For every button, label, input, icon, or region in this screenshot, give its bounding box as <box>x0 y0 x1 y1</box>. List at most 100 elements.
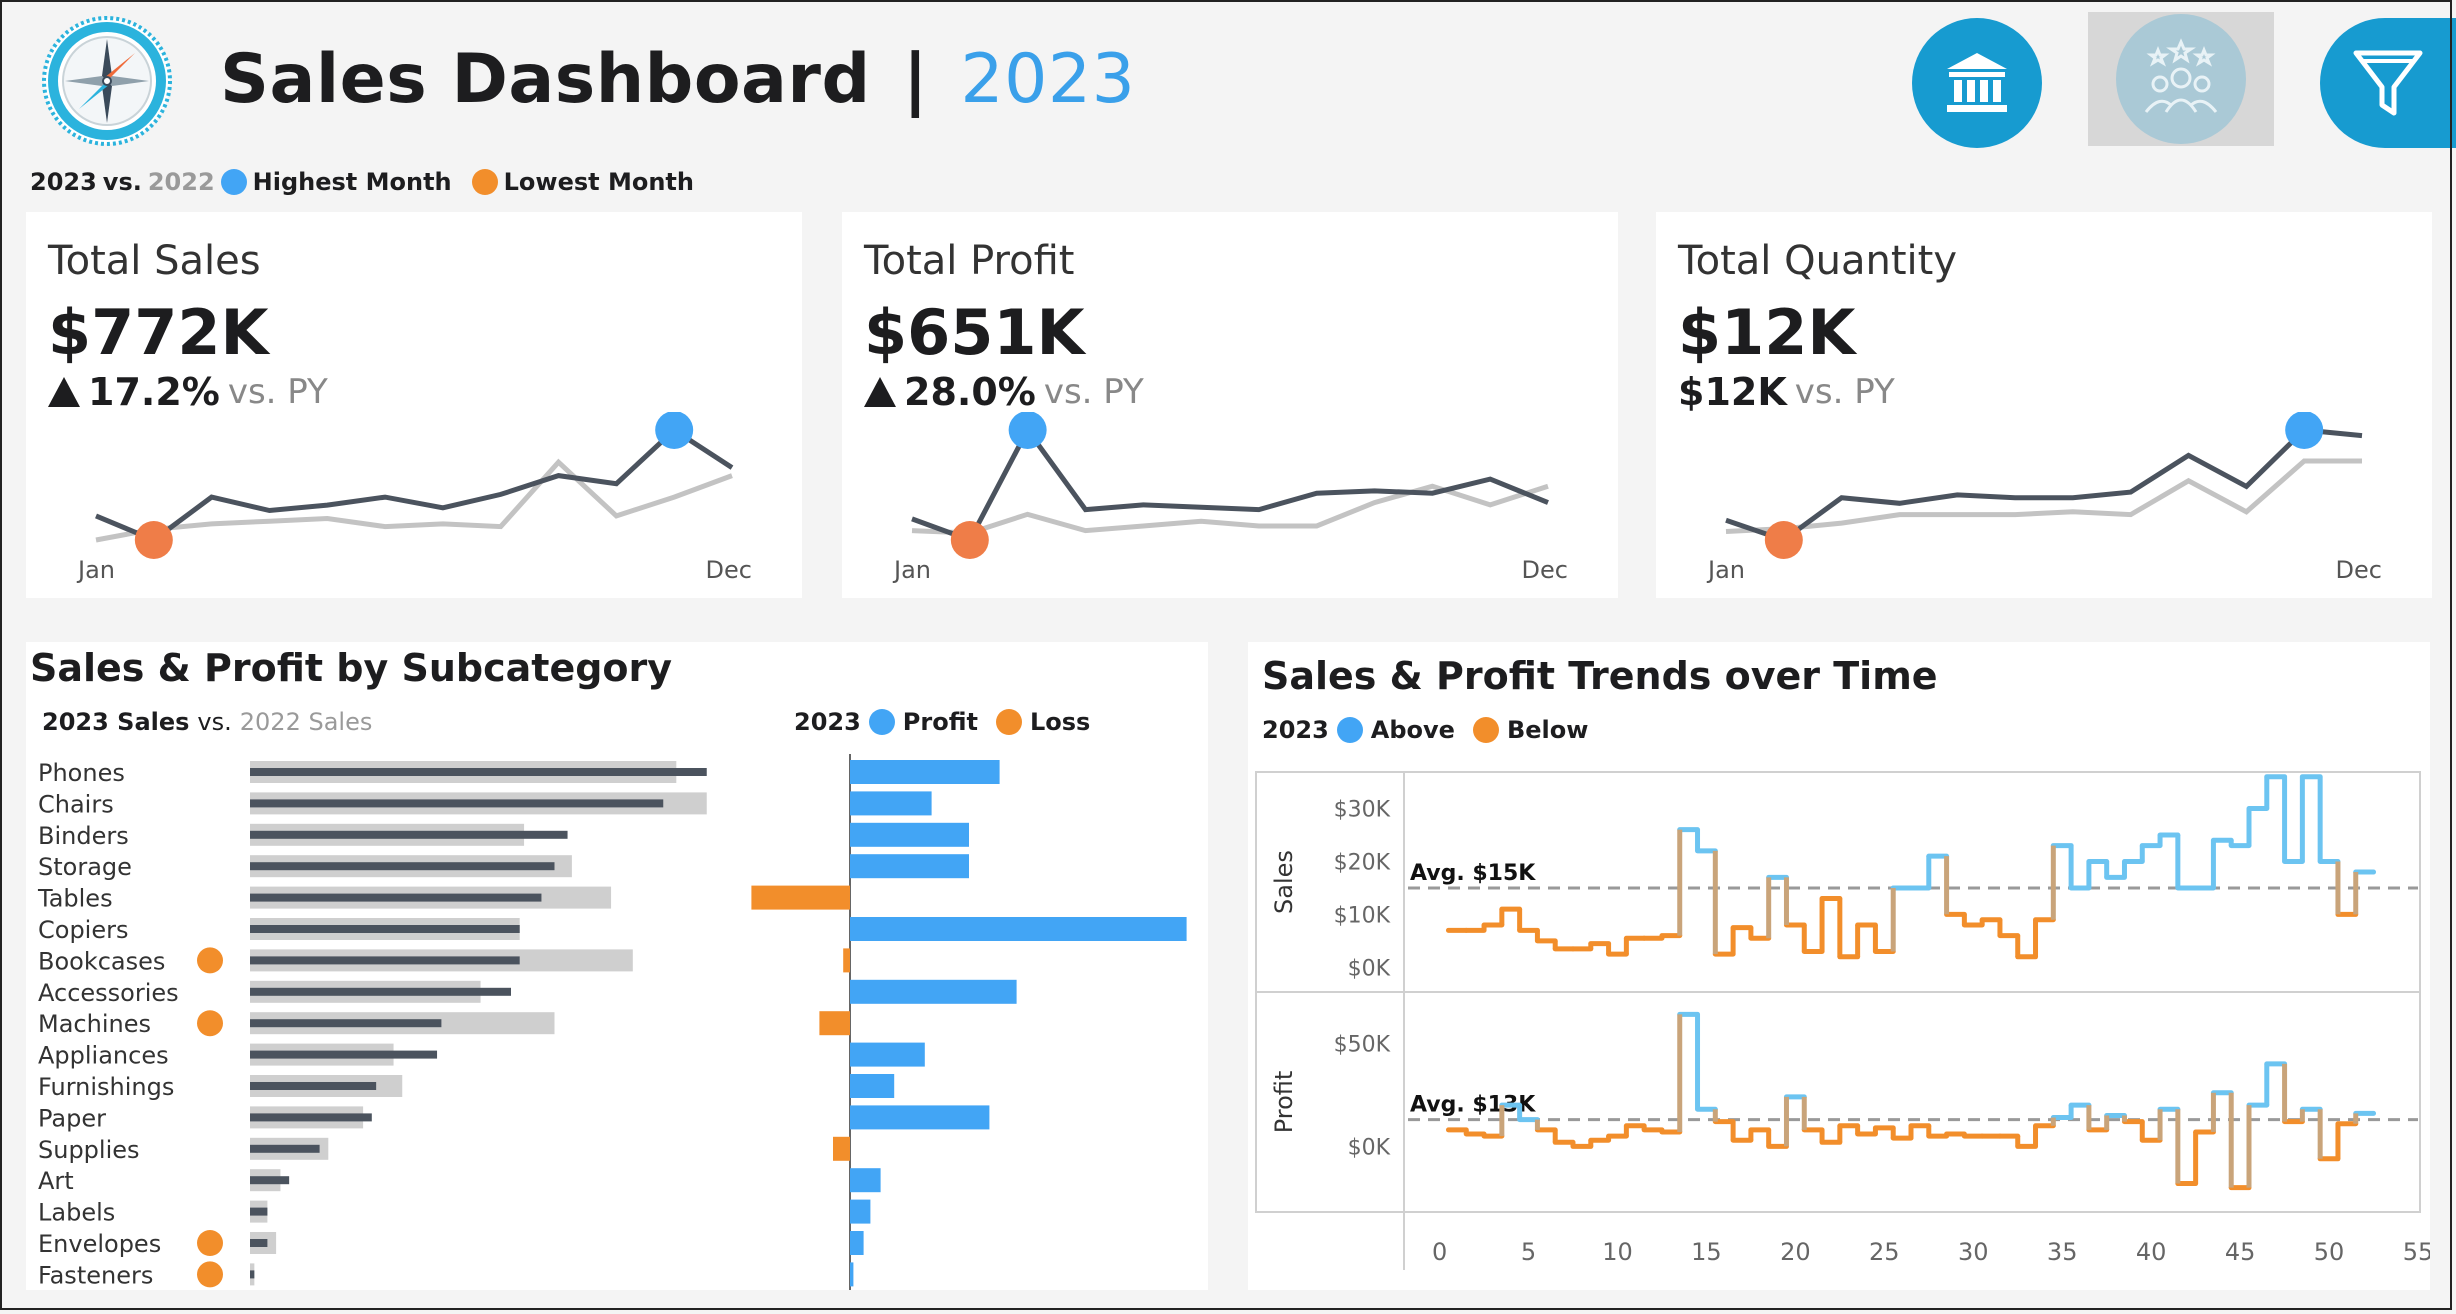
sparkline-profit: Jan Dec <box>892 412 1568 584</box>
category-label: Storage <box>38 853 132 881</box>
title-separator: | <box>902 40 929 119</box>
subcategory-panel: Sales & Profit by Subcategory 2023 Sales… <box>26 642 1208 1290</box>
axis-start-label: Jan <box>1706 556 1745 584</box>
loss-bar <box>751 885 850 910</box>
current-sales-bar <box>250 768 707 776</box>
category-label: Envelopes <box>38 1230 161 1258</box>
category-label: Supplies <box>38 1136 140 1164</box>
kpi-card-quantity: Total Quantity $12K $12K vs. PY Jan Dec <box>1656 212 2432 598</box>
up-arrow-icon <box>864 377 896 407</box>
legend-prior-year: 2022 <box>147 168 215 196</box>
lowest-month-marker <box>134 521 173 559</box>
current-sales-bar <box>250 893 542 902</box>
current-sales-bar <box>250 830 568 839</box>
filter-icon <box>2353 50 2423 116</box>
profit-bar <box>850 791 932 816</box>
trends-legend-below: Below <box>1506 716 1589 744</box>
profit-legend-profit: Profit <box>902 708 978 736</box>
loss-bar <box>843 948 850 973</box>
category-label: Binders <box>38 822 129 850</box>
category-label: Tables <box>37 885 113 913</box>
filter-button[interactable] <box>2320 18 2456 148</box>
page-title: Sales Dashboard | 2023 <box>220 40 1135 119</box>
category-label: Phones <box>38 759 125 787</box>
axis-start-label: Jan <box>76 556 115 584</box>
x-tick-label: 55 <box>2403 1238 2430 1266</box>
legend-lowest: Lowest Month <box>503 168 694 196</box>
kpi-label: Total Quantity <box>1678 238 1957 284</box>
x-tick-label: 5 <box>1521 1238 1536 1266</box>
profit-bar <box>850 1231 864 1255</box>
profit-bar <box>850 1042 925 1067</box>
lowest-dot-icon <box>471 169 498 195</box>
current-sales-bar <box>250 1082 377 1090</box>
current-sales-bar <box>250 799 664 808</box>
category-label: Machines <box>38 1010 151 1038</box>
trends-legend-year: 2023 <box>1262 716 1329 744</box>
current-sales-bar <box>250 1050 438 1059</box>
sales-legend: 2023 Sales vs. 2022 Sales <box>42 708 372 736</box>
current-sales-bar <box>250 956 520 965</box>
current-sales-bar <box>250 1207 268 1216</box>
category-label: Fasteners <box>38 1261 153 1289</box>
x-tick-label: 45 <box>2225 1238 2256 1266</box>
trends-title: Sales & Profit Trends over Time <box>1262 654 1938 698</box>
axis-end-label: Dec <box>1522 556 1568 584</box>
loss-dot-icon <box>995 709 1022 735</box>
profit-bar <box>850 917 1187 941</box>
legend-strip: 2023 vs. 2022 Highest Month Lowest Month <box>30 168 694 196</box>
kpi-value: $651K <box>864 296 1085 369</box>
category-label: Art <box>38 1167 74 1195</box>
kpi-card-profit: Total Profit $651K 28.0% vs. PY Jan Dec <box>842 212 1618 598</box>
category-label: Paper <box>38 1104 106 1132</box>
current-sales-bar <box>250 1019 442 1028</box>
panel-y-label: Sales <box>1270 850 1298 914</box>
current-sales-bar <box>250 925 520 933</box>
profit-legend-year: 2023 <box>794 708 861 736</box>
x-tick-label: 50 <box>2314 1238 2345 1266</box>
highest-month-marker <box>655 412 694 449</box>
current-sales-bar <box>250 1239 268 1247</box>
kpi-vs: vs. PY <box>227 372 328 412</box>
current-sales-bar <box>250 1144 320 1153</box>
low-flag-marker <box>197 1230 223 1256</box>
sales-legend-vs: vs. <box>197 708 232 736</box>
y-tick-label: $0K <box>1348 1135 1391 1160</box>
x-tick-label: 30 <box>1958 1238 1989 1266</box>
current-sales-bar <box>250 1113 372 1122</box>
trends-legend-above: Above <box>1370 716 1455 744</box>
y-tick-label: $0K <box>1348 956 1391 981</box>
compass-logo-icon <box>40 14 174 148</box>
low-flag-marker <box>197 1010 223 1037</box>
legend-vs: vs. <box>102 168 142 196</box>
x-tick-label: 40 <box>2136 1238 2167 1266</box>
current-sales-bar <box>250 1270 255 1279</box>
x-tick-label: 20 <box>1780 1238 1811 1266</box>
axis-end-label: Dec <box>706 556 752 584</box>
category-label: Copiers <box>38 916 128 944</box>
x-tick-label: 15 <box>1691 1238 1722 1266</box>
highest-dot-icon <box>220 169 247 195</box>
kpi-change-value: $12K <box>1678 370 1787 414</box>
x-tick-label: 10 <box>1602 1238 1633 1266</box>
profit-bar <box>850 1199 871 1224</box>
y-tick-label: $30K <box>1334 797 1391 822</box>
x-tick-label: 0 <box>1432 1238 1447 1266</box>
above-dot-icon <box>1336 717 1363 743</box>
profit-bar <box>850 1262 854 1287</box>
title-year: 2023 <box>960 40 1136 119</box>
kpi-value: $12K <box>1678 296 1856 369</box>
y-tick-label: $20K <box>1334 850 1391 875</box>
kpi-change: 28.0% vs. PY <box>864 370 1144 414</box>
profit-bar <box>850 1074 895 1098</box>
lowest-month-marker <box>1764 521 1803 559</box>
trends-chart: Sales $0K $10K $20K $30K Avg. $15K Profit $0K $5… <box>1255 771 2430 1270</box>
category-label: Bookcases <box>38 947 165 975</box>
bank-button[interactable] <box>1912 18 2042 148</box>
users-rating-button[interactable] <box>2088 12 2274 146</box>
title-text: Sales Dashboard <box>220 40 871 119</box>
trends-panel: Sales & Profit Trends over Time 2023 Abo… <box>1248 642 2430 1290</box>
highest-month-marker <box>2285 412 2324 449</box>
sparkline-quantity: Jan Dec <box>1706 412 2382 584</box>
profit-bar <box>850 822 969 847</box>
